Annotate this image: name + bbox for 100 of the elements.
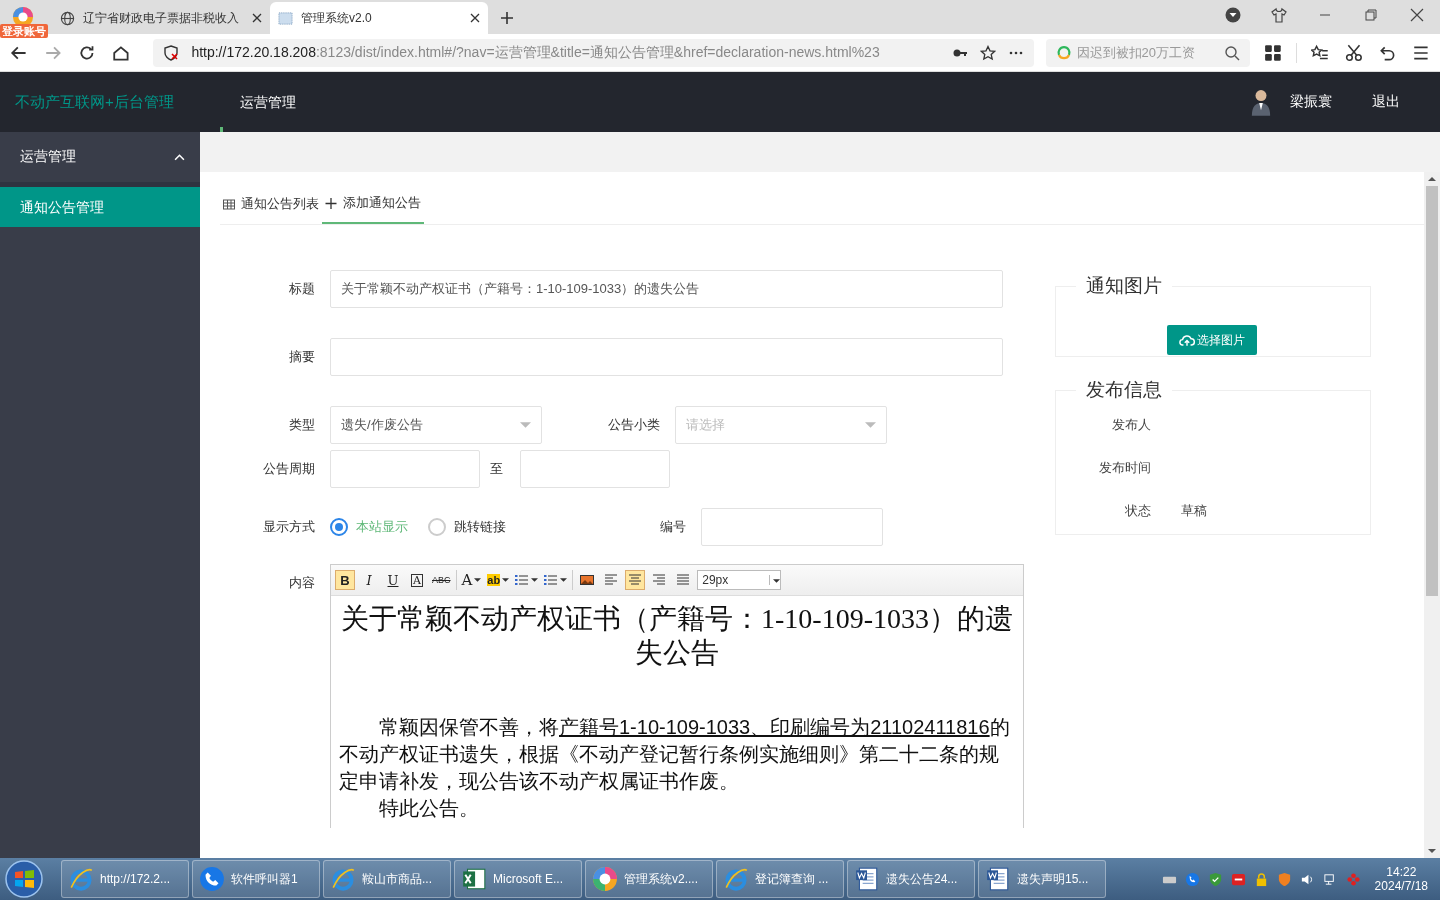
nav-tab[interactable]: 运营管理 [220, 72, 316, 132]
shirt-icon[interactable] [1271, 7, 1287, 23]
toolbar-italic-button[interactable]: I [359, 570, 379, 590]
download-icon[interactable] [1225, 7, 1241, 23]
font-size-select[interactable]: 29px [697, 570, 782, 590]
clock-date[interactable]: 2024/7/18 [1374, 879, 1428, 893]
taskbar-item[interactable]: 软件呼叫器1 [192, 860, 320, 898]
phone-icon [199, 866, 225, 892]
field-label: 显示方式 [262, 518, 315, 536]
taskbar-item[interactable]: Microsoft E... [454, 860, 582, 898]
globe-e-icon [723, 866, 749, 892]
align-center-icon [628, 574, 643, 586]
chevron-icon [174, 153, 185, 161]
plus-icon [325, 197, 337, 209]
page-favicon [278, 10, 293, 26]
reload-icon[interactable] [77, 43, 96, 62]
close-icon[interactable] [252, 13, 262, 23]
sidebar-item[interactable]: 通知公告管理 [0, 187, 200, 227]
document-heading: 关于常颖不动产权证书（产籍号：1-10-109-1033）的遗失公告 [340, 602, 1014, 670]
cloud-upload-icon [1179, 333, 1195, 347]
info-label: 发布时间 [1098, 458, 1151, 477]
radio-option[interactable]: 跳转链接 [428, 518, 506, 536]
dropdown-caret-icon [520, 422, 531, 428]
align-justify-icon [676, 574, 691, 586]
document-icon [985, 866, 1011, 892]
caret-icon [474, 578, 482, 582]
page-tab[interactable]: 添加通知公告 [322, 184, 424, 224]
toolbar-underline-button[interactable]: U [383, 570, 403, 590]
align-left-icon [604, 574, 619, 586]
toolbar-bold-button[interactable]: B [335, 570, 355, 590]
table-icon [223, 198, 235, 210]
range-separator: 至 [490, 460, 504, 478]
scrollbar[interactable] [1424, 172, 1440, 858]
field-label: 编号 [659, 518, 686, 536]
start-button[interactable] [4, 859, 44, 899]
field-label: 标题 [288, 280, 315, 298]
ring-icon [1055, 44, 1072, 61]
user-avatar[interactable] [1250, 88, 1272, 116]
field-label: 公告周期 [262, 460, 315, 478]
scissors-icon[interactable] [1344, 43, 1363, 62]
favorites-list-icon[interactable] [1310, 43, 1329, 62]
choose-image-button[interactable]: 选择图片 [1167, 325, 1257, 355]
number-field[interactable] [701, 508, 883, 546]
toolbar-fontcolor-button[interactable]: A [460, 570, 483, 590]
search-icon[interactable] [1223, 44, 1240, 61]
taskbar-item[interactable]: 遗失声明15... [978, 860, 1106, 898]
page-tab[interactable]: 通知公告列表 [220, 184, 322, 224]
caret-icon [772, 579, 780, 583]
numbered-list-icon [515, 574, 530, 586]
app-brand[interactable]: 不动产互联网+后台管理 [0, 92, 200, 112]
star-icon[interactable] [979, 44, 996, 61]
toolbar-center-button[interactable] [625, 570, 646, 590]
address-field[interactable]: http://172.20.18.208:8123/dist/index.html#/?nav=运营管理&title=通知公告管理&href=declaration-news.html%23 [153, 38, 1034, 67]
dropdown-caret-icon [865, 422, 876, 428]
browser-tab[interactable]: 管理系统v2.0 [270, 2, 488, 34]
globe-icon [60, 10, 75, 26]
field-label: 内容 [288, 574, 315, 592]
taskbar-item[interactable]: http://172.2... [61, 860, 189, 898]
end-date-field[interactable] [520, 450, 670, 488]
close-icon[interactable] [470, 13, 480, 23]
close-icon[interactable] [1409, 7, 1425, 23]
user-name[interactable]: 梁振寰 [1290, 93, 1332, 111]
summary-field[interactable] [330, 338, 1003, 376]
taskbar-item[interactable]: 遗失公告24... [847, 860, 975, 898]
scroll-down-icon[interactable] [1428, 849, 1436, 853]
document-paragraph: 特此公告。 [378, 796, 480, 821]
section-title: 发布信息 [1085, 378, 1163, 402]
start-date-field[interactable] [330, 450, 480, 488]
document-icon [854, 866, 880, 892]
toolbar-boxed-button[interactable]: A [407, 570, 427, 590]
bullet-list-icon [544, 574, 559, 586]
logout-link[interactable]: 退出 [1372, 93, 1400, 111]
caret-icon [531, 578, 539, 582]
toolbar-highlight-button[interactable]: ab [486, 570, 511, 590]
field-label: 公告小类 [607, 416, 660, 434]
shield-warning-icon [163, 44, 180, 61]
caret-icon [502, 578, 510, 582]
clock-time[interactable]: 14:22 [1386, 865, 1417, 879]
caret-icon [560, 578, 568, 582]
phone-icon[interactable] [1184, 871, 1200, 887]
scroll-up-icon[interactable] [1428, 177, 1436, 181]
radio-button[interactable] [428, 518, 446, 536]
restore-icon[interactable] [1363, 7, 1379, 23]
field-label: 类型 [288, 416, 315, 434]
type-select[interactable]: 遗失/作废公告 [330, 406, 542, 444]
taskbar-item[interactable]: 鞍山市商品... [323, 860, 451, 898]
toolbar-strike-button[interactable]: ABC [431, 570, 452, 590]
new-tab-icon[interactable] [500, 11, 514, 25]
info-label: 发布人 [1111, 415, 1151, 434]
browser-tab[interactable]: 辽宁省财政电子票据非税收入 [52, 2, 270, 34]
browser-logo-icon [592, 866, 618, 892]
shield-check-icon[interactable] [1207, 871, 1223, 887]
title-field[interactable]: 关于常颖不动产权证书（产籍号：1-10-109-1033）的遗失公告 [330, 270, 1003, 308]
card-icon[interactable] [1230, 871, 1246, 887]
taskbar-item[interactable]: 管理系统v2.... [585, 860, 713, 898]
apps-grid-icon[interactable] [1263, 43, 1282, 62]
globe-e-icon [330, 866, 356, 892]
field-label: 摘要 [288, 348, 315, 366]
taskbar-item[interactable]: 登记簿查询 ... [716, 860, 844, 898]
radio-button[interactable] [330, 518, 348, 536]
